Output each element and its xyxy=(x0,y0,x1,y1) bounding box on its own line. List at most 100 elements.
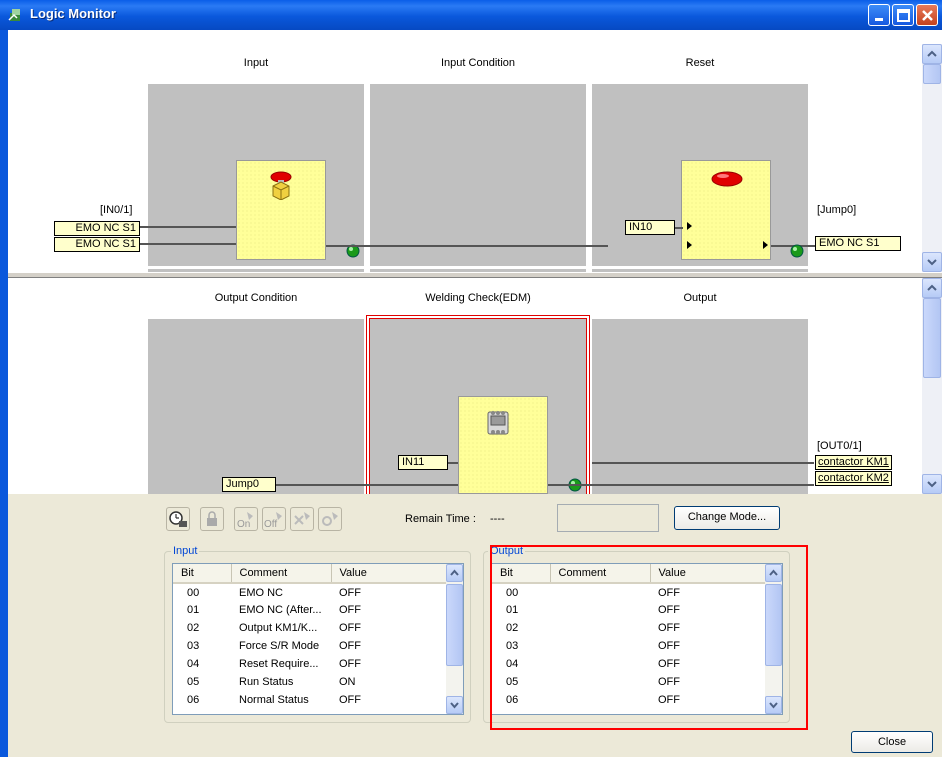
close-window-button[interactable] xyxy=(916,4,938,26)
table-row[interactable]: 04 Reset Require... OFF xyxy=(173,655,463,673)
minimize-icon xyxy=(875,18,883,21)
cell-value: OFF xyxy=(339,622,361,634)
scroll-down-button[interactable] xyxy=(922,252,942,272)
scroll-up-button[interactable] xyxy=(922,278,942,298)
monitor-button[interactable] xyxy=(166,507,190,531)
force-on-icon: On xyxy=(237,512,253,530)
close-button-label: Close xyxy=(877,736,907,748)
table-row[interactable]: 02 Output KM1/K... OFF xyxy=(173,619,463,637)
cell-comment: EMO NC (After... xyxy=(239,604,322,616)
window-title: Logic Monitor xyxy=(30,6,116,21)
output-condition-block-area[interactable] xyxy=(148,319,364,494)
header-output: Output xyxy=(683,292,717,304)
arrow-right-icon xyxy=(763,241,768,249)
table-row[interactable]: 05 Run Status ON xyxy=(173,673,463,691)
force-search-button[interactable] xyxy=(318,507,342,531)
scroll-thumb[interactable] xyxy=(446,584,463,666)
chevron-up-icon xyxy=(450,569,459,576)
close-icon xyxy=(922,10,933,21)
remain-time-field xyxy=(557,504,659,532)
header-welding-check: Welding Check(EDM) xyxy=(425,292,531,304)
remain-time-value: ---- xyxy=(490,513,505,525)
title-bar[interactable]: Logic Monitor xyxy=(0,0,942,30)
cell-bit: 00 xyxy=(187,586,200,599)
change-mode-button[interactable]: Change Mode... xyxy=(674,506,780,530)
output-link-text[interactable]: contactor KM1 xyxy=(818,456,889,468)
output-tag[interactable]: EMO NC S1 xyxy=(815,236,901,251)
column-header-bit[interactable]: Bit xyxy=(173,564,232,584)
monitor-icon xyxy=(169,511,187,527)
table-row[interactable]: 01 EMO NC (After... OFF xyxy=(173,601,463,619)
input-table: Bit Comment Value 00 EMO NC OFF 01 EMO NC (A… xyxy=(173,564,463,709)
cell-value: OFF xyxy=(339,694,361,706)
reset-wire xyxy=(675,227,683,229)
cell-comment: Reset Require... xyxy=(239,658,319,670)
cell-bit: 03 xyxy=(187,640,200,652)
highlight-box xyxy=(490,545,808,730)
scroll-up-button[interactable] xyxy=(922,44,942,64)
input-address-label: [IN0/1] xyxy=(100,204,133,216)
contactor-icon xyxy=(487,411,509,435)
input-wire xyxy=(140,226,236,228)
header-input: Input xyxy=(243,57,269,69)
output-link-text[interactable]: contactor KM2 xyxy=(818,472,889,484)
force-off-icon: Off xyxy=(264,512,282,530)
input-tag[interactable]: EMO NC S1 xyxy=(54,221,140,236)
scroll-down-button[interactable] xyxy=(922,474,942,494)
cell-value: OFF xyxy=(339,586,361,599)
output-block-area[interactable] xyxy=(592,319,808,494)
remain-time-label: Remain Time : xyxy=(405,513,476,525)
close-button[interactable]: Close xyxy=(851,731,933,753)
cell-bit: 01 xyxy=(187,604,200,616)
output-link[interactable]: contactor KM1 xyxy=(815,455,892,470)
cell-comment: Run Status xyxy=(239,676,294,688)
force-on-button[interactable]: On xyxy=(234,507,258,531)
input-list[interactable]: Bit Comment Value 00 EMO NC OFF 01 EMO NC (A… xyxy=(172,563,464,715)
output-link[interactable]: contactor KM2 xyxy=(815,471,892,486)
input-tag[interactable]: EMO NC S1 xyxy=(54,237,140,252)
column-header-value[interactable]: Value xyxy=(331,564,463,584)
force-clear-icon xyxy=(294,512,310,525)
cell-bit: 02 xyxy=(187,622,200,634)
output-jump-label: [Jump0] xyxy=(817,204,857,216)
edm-input-tag[interactable]: IN11 xyxy=(398,455,448,470)
lock-button[interactable] xyxy=(200,507,224,531)
cell-value: OFF xyxy=(339,640,361,652)
scroll-up-button[interactable] xyxy=(446,564,463,582)
svg-text:On: On xyxy=(237,519,250,530)
scroll-down-button[interactable] xyxy=(446,696,463,714)
arrow-right-icon xyxy=(687,241,692,249)
chevron-up-icon xyxy=(927,284,937,291)
status-led-icon xyxy=(790,244,804,258)
force-clear-button[interactable] xyxy=(290,507,314,531)
cell-bit: 04 xyxy=(187,658,200,670)
header-input-condition: Input Condition xyxy=(441,57,515,69)
jump-tag[interactable]: Jump0 xyxy=(222,477,276,492)
scroll-thumb[interactable] xyxy=(923,64,941,84)
cell-bit: 06 xyxy=(187,694,200,706)
column-header-comment[interactable]: Comment xyxy=(231,564,332,584)
minimize-button[interactable] xyxy=(868,4,890,26)
table-row[interactable]: 06 Normal Status OFF xyxy=(173,691,463,709)
lock-icon xyxy=(207,511,217,526)
input-wire xyxy=(140,243,236,245)
header-output-condition: Output Condition xyxy=(214,292,298,304)
maximize-button[interactable] xyxy=(892,4,914,26)
svg-text:Off: Off xyxy=(264,519,277,530)
input-group-title: Input xyxy=(171,545,200,557)
input-list-scrollbar[interactable] xyxy=(446,564,463,714)
signal-wire xyxy=(276,484,458,486)
table-row[interactable]: 00 EMO NC OFF xyxy=(173,583,463,601)
header-reset: Reset xyxy=(685,57,715,69)
table-row[interactable]: 03 Force S/R Mode OFF xyxy=(173,637,463,655)
chevron-down-icon xyxy=(450,702,459,709)
cell-comment: Force S/R Mode xyxy=(239,640,320,652)
force-off-button[interactable]: Off xyxy=(262,507,286,531)
cell-bit: 05 xyxy=(187,676,200,688)
app-icon xyxy=(8,9,20,21)
scroll-thumb[interactable] xyxy=(923,298,941,378)
reset-input-tag[interactable]: IN10 xyxy=(625,220,675,235)
cell-comment: Normal Status xyxy=(239,694,309,706)
input-condition-block-area[interactable] xyxy=(370,84,586,272)
cell-comment: Output KM1/K... xyxy=(239,622,318,634)
